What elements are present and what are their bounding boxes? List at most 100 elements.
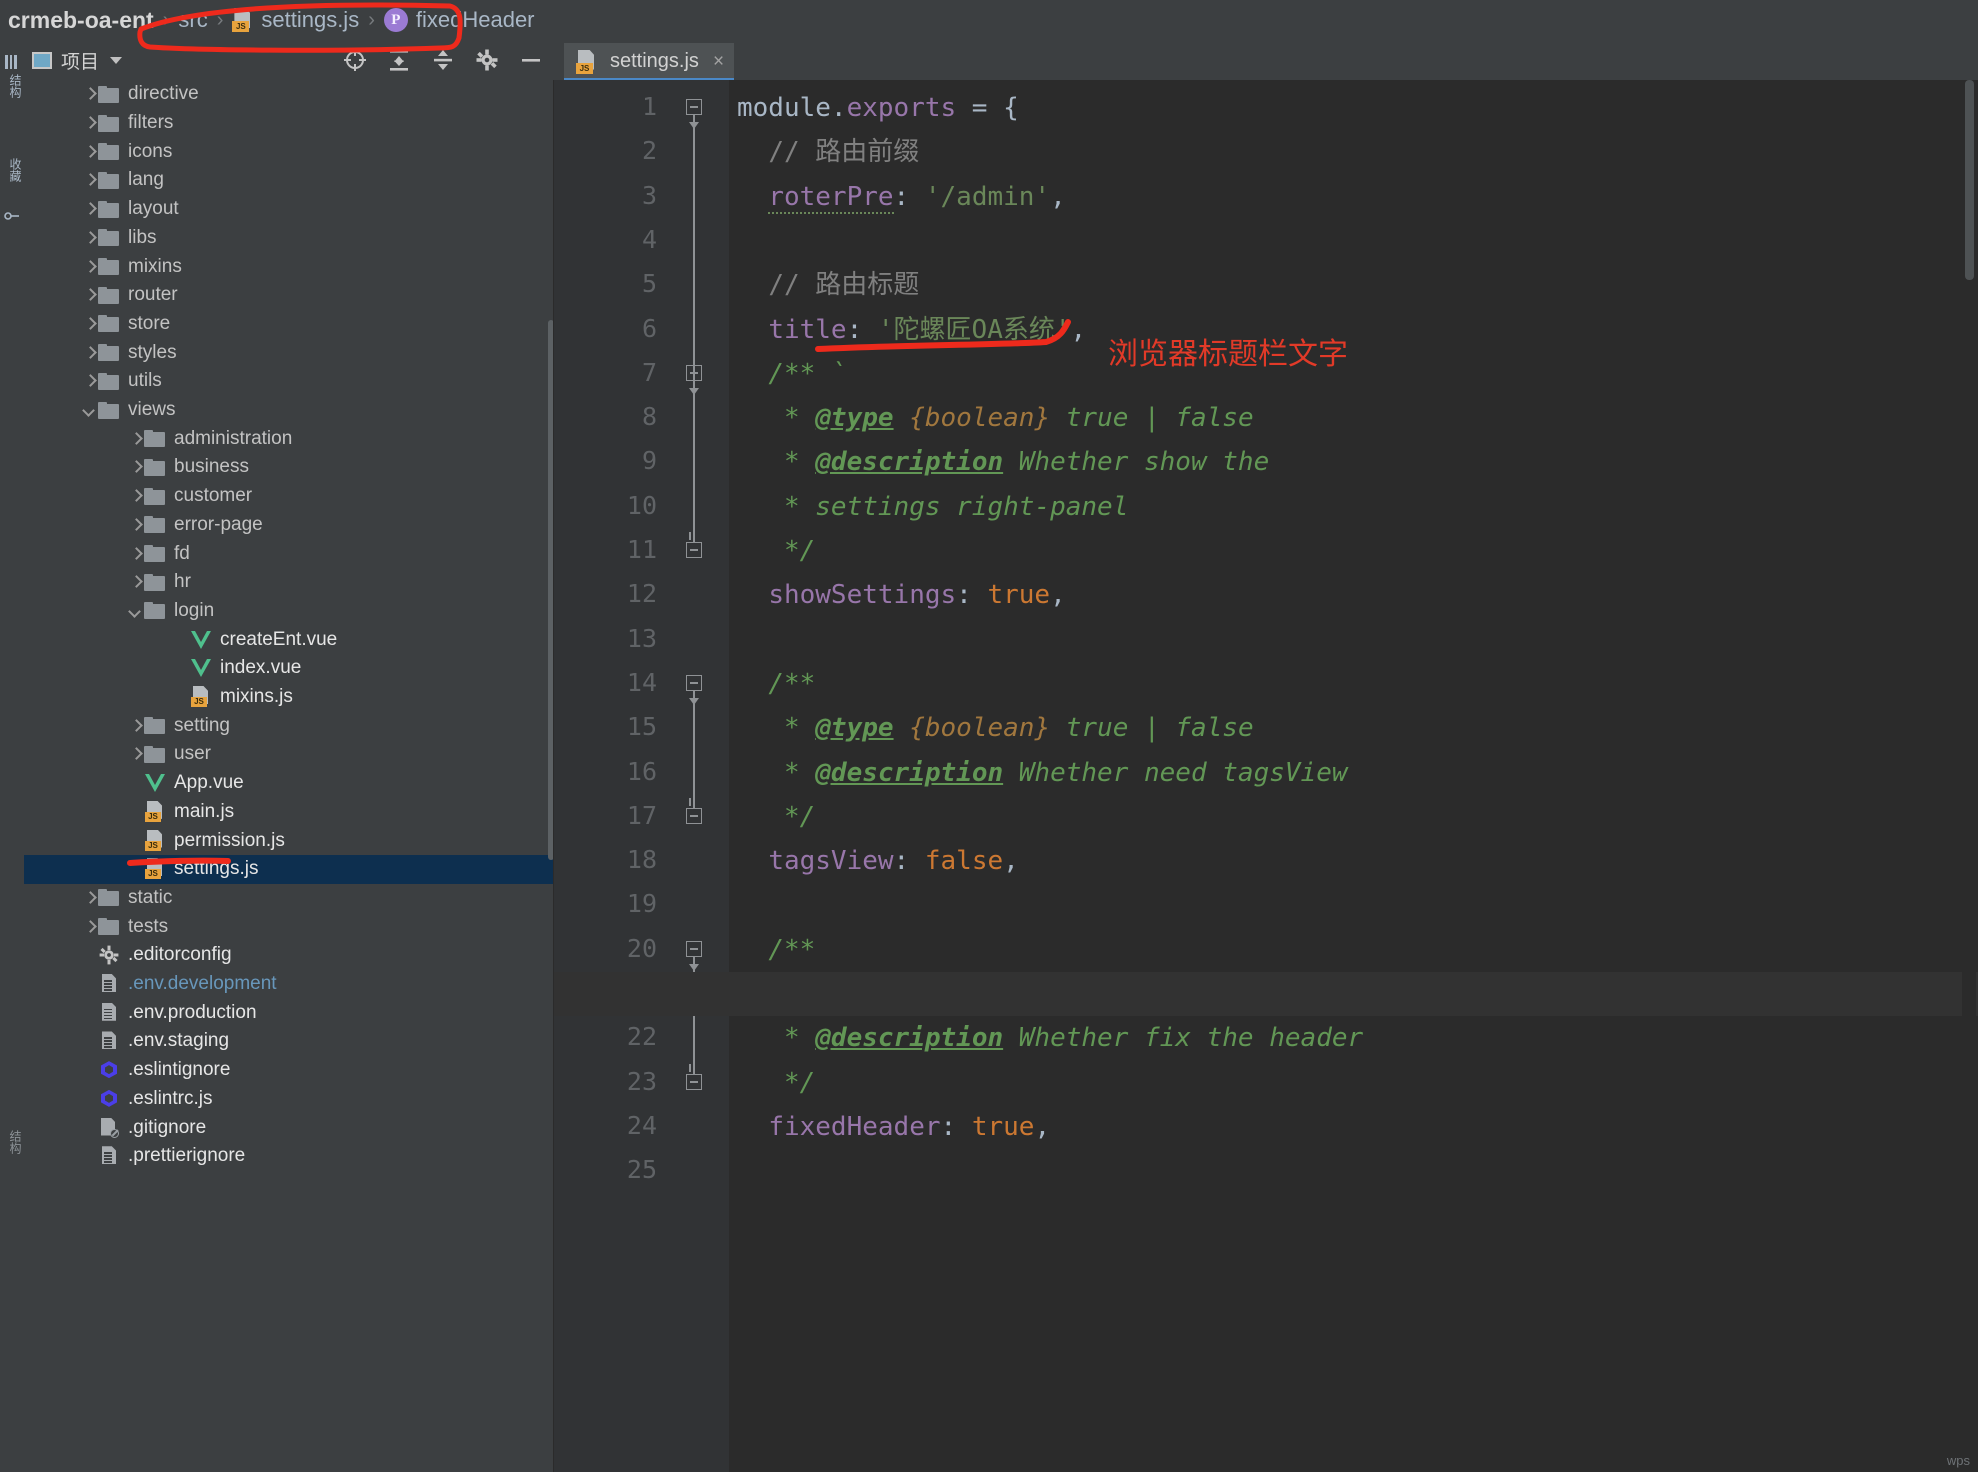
tree-item-env-production[interactable]: .env.production	[24, 998, 554, 1027]
tree-item-views[interactable]: views	[24, 396, 554, 425]
chevron-right-icon[interactable]	[82, 890, 98, 906]
chevron-down-icon[interactable]	[82, 402, 98, 418]
left-tab-favorites[interactable]: 收藏	[0, 158, 24, 182]
code-line[interactable]: // 路由前缀	[737, 130, 919, 174]
breadcrumb-item-settings-js[interactable]: JS settings.js	[232, 7, 359, 33]
tree-item-customer[interactable]: customer	[24, 482, 554, 511]
tree-item-administration[interactable]: administration	[24, 424, 554, 453]
code-editor[interactable]: 1234567891011121314151617181920212223242…	[554, 80, 1978, 1472]
tree-item-business[interactable]: business	[24, 453, 554, 482]
tree-item-fd[interactable]: fd	[24, 539, 554, 568]
fold-gutter[interactable]	[679, 80, 729, 1472]
tree-item-settings-js[interactable]: JS settings.js	[24, 854, 554, 884]
code-line[interactable]: * @type {boolean} true | false	[737, 396, 1254, 440]
code-line[interactable]: * @type {boolean} true | false	[737, 706, 1254, 750]
tree-item-hr[interactable]: hr	[24, 568, 554, 597]
tree-item-tests[interactable]: tests	[24, 912, 554, 941]
code-line[interactable]: tagsView: false,	[737, 839, 1018, 883]
tree-item-libs[interactable]: libs	[24, 224, 554, 253]
left-tab-terminal[interactable]: 结构	[0, 1130, 24, 1154]
structure-icon[interactable]	[4, 54, 20, 70]
tree-item-prettierignore[interactable]: .prettierignore	[24, 1142, 554, 1171]
code-line[interactable]: // 路由标题	[737, 263, 919, 307]
chevron-right-icon[interactable]	[82, 86, 98, 102]
project-panel-title-group[interactable]: 项目	[32, 47, 123, 74]
tree-item-styles[interactable]: styles	[24, 338, 554, 367]
settings-gear-icon[interactable]	[474, 47, 500, 73]
tree-item-env-staging[interactable]: .env.staging	[24, 1027, 554, 1056]
code-line[interactable]: * settings right-panel	[737, 485, 1128, 529]
tree-item-eslintrc-js[interactable]: .eslintrc.js	[24, 1085, 554, 1114]
code-line[interactable]: */	[737, 1061, 815, 1105]
collapse-all-icon[interactable]	[430, 47, 456, 73]
code-line[interactable]: * @description Whether fix the header	[737, 1016, 1363, 1060]
project-tree[interactable]: directive filters icons lang layout libs mixin…	[24, 80, 554, 1472]
tree-item-login[interactable]: login	[24, 597, 554, 626]
left-tab-structure[interactable]: 结构	[0, 74, 24, 98]
breadcrumb-item-src[interactable]: src	[178, 7, 207, 33]
chevron-right-icon[interactable]	[128, 718, 144, 734]
tree-item-env-development[interactable]: .env.development	[24, 970, 554, 999]
code-line[interactable]: showSettings: true,	[737, 573, 1065, 617]
code-line[interactable]: module.exports = {	[737, 86, 1019, 130]
tree-item-permission-js[interactable]: JS permission.js	[24, 826, 554, 855]
tree-item-layout[interactable]: layout	[24, 195, 554, 224]
tree-item-mixins-js[interactable]: JS mixins.js	[24, 683, 554, 712]
chevron-right-icon[interactable]	[82, 115, 98, 131]
breadcrumb-project[interactable]: crmeb-oa-ent	[8, 7, 154, 34]
chevron-right-icon[interactable]	[128, 746, 144, 762]
tree-item-router[interactable]: router	[24, 281, 554, 310]
tree-item-app-vue[interactable]: App.vue	[24, 769, 554, 798]
tree-item-mixins[interactable]: mixins	[24, 252, 554, 281]
code-line[interactable]: * @description Whether need tagsView	[737, 751, 1348, 795]
chevron-right-icon[interactable]	[128, 488, 144, 504]
code-line[interactable]: fixedHeader: true,	[737, 1105, 1050, 1149]
chevron-right-icon[interactable]	[128, 431, 144, 447]
code-area[interactable]: module.exports = { // 路由前缀 roterPre: '/a…	[729, 80, 1978, 1472]
tree-item-editorconfig[interactable]: .editorconfig	[24, 941, 554, 970]
select-opened-file-icon[interactable]	[342, 47, 368, 73]
hide-panel-icon[interactable]	[518, 47, 544, 73]
code-line[interactable]: /**	[737, 662, 815, 706]
tree-item-filters[interactable]: filters	[24, 109, 554, 138]
chevron-down-icon[interactable]	[128, 603, 144, 619]
tree-item-index-vue[interactable]: index.vue	[24, 654, 554, 683]
tree-item-createent-vue[interactable]: createEnt.vue	[24, 625, 554, 654]
chevron-right-icon[interactable]	[128, 546, 144, 562]
code-line[interactable]: title: '陀螺匠OA系统',	[737, 308, 1086, 352]
chevron-down-icon[interactable]	[110, 56, 123, 64]
code-line[interactable]: /**	[737, 928, 815, 972]
code-line[interactable]: */	[737, 529, 815, 573]
tree-item-lang[interactable]: lang	[24, 166, 554, 195]
tab-settings-js[interactable]: JS settings.js ×	[564, 43, 735, 80]
tree-item-setting[interactable]: setting	[24, 711, 554, 740]
chevron-right-icon[interactable]	[128, 574, 144, 590]
tree-item-icons[interactable]: icons	[24, 137, 554, 166]
chevron-right-icon[interactable]	[82, 144, 98, 160]
chevron-right-icon[interactable]	[82, 172, 98, 188]
tree-item-eslintignore[interactable]: .eslintignore	[24, 1056, 554, 1085]
chevron-right-icon[interactable]	[82, 919, 98, 935]
close-icon[interactable]: ×	[713, 51, 724, 73]
chevron-right-icon[interactable]	[82, 373, 98, 389]
tree-item-utils[interactable]: utils	[24, 367, 554, 396]
tree-item-gitignore[interactable]: .gitignore	[24, 1113, 554, 1142]
bookmark-icon[interactable]	[4, 208, 20, 224]
breadcrumb-item-fixedheader[interactable]: P fixedHeader	[383, 7, 535, 33]
tree-item-directive[interactable]: directive	[24, 80, 554, 109]
chevron-right-icon[interactable]	[82, 287, 98, 303]
chevron-right-icon[interactable]	[128, 517, 144, 533]
code-line[interactable]: * @description Whether show the	[737, 440, 1269, 484]
editor-scrollbar[interactable]	[1962, 80, 1976, 1472]
tree-item-user[interactable]: user	[24, 740, 554, 769]
tree-item-static[interactable]: static	[24, 884, 554, 913]
code-line[interactable]: */	[737, 795, 815, 839]
code-line[interactable]: /** `	[737, 352, 846, 396]
tree-item-store[interactable]: store	[24, 310, 554, 339]
chevron-right-icon[interactable]	[82, 316, 98, 332]
tree-item-main-js[interactable]: JS main.js	[24, 798, 554, 827]
tree-item-error-page[interactable]: error-page	[24, 511, 554, 540]
chevron-right-icon[interactable]	[82, 230, 98, 246]
chevron-right-icon[interactable]	[82, 201, 98, 217]
code-line[interactable]: roterPre: '/admin',	[737, 175, 1066, 219]
